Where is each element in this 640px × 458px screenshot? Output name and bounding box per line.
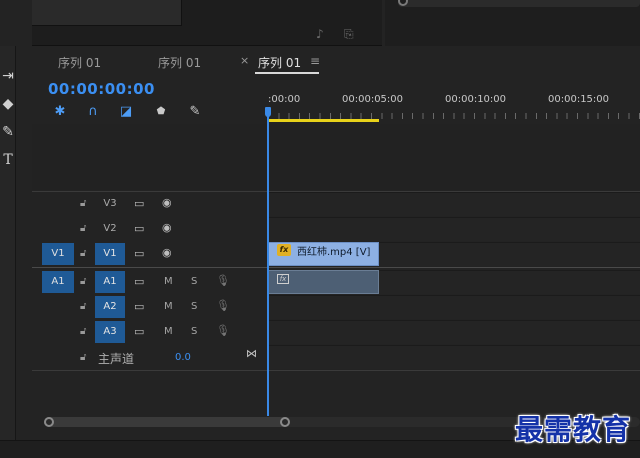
camera-icon[interactable]: ▭: [134, 197, 144, 210]
lock-icon[interactable]: 🔓︎: [80, 326, 86, 337]
scroll-zoom-knob-right[interactable]: [280, 417, 290, 427]
nest-sequence-icon[interactable]: ✱: [52, 104, 68, 120]
source-monitor-inner: [32, 0, 182, 26]
ruler-label-5: 00:00:05:00: [342, 94, 404, 105]
track-v2-content[interactable]: [268, 217, 640, 241]
watermark: 最需教育: [515, 413, 632, 446]
active-tab-indicator: [255, 72, 319, 74]
camera-icon[interactable]: ▭: [134, 275, 144, 288]
audio-export-icon[interactable]: ♪: [316, 27, 324, 41]
track-a1-label[interactable]: A1: [95, 271, 125, 293]
type-tool-icon[interactable]: T: [0, 150, 16, 170]
lock-icon[interactable]: 🔓︎: [80, 198, 86, 209]
playhead-timecode[interactable]: 00:00:00:00: [48, 80, 155, 98]
track-divider: [32, 370, 640, 371]
tab-sequence-1[interactable]: 序列 01: [58, 54, 101, 71]
mic-icon[interactable]: 🎙︎: [216, 274, 230, 287]
solo-button[interactable]: S: [191, 326, 197, 337]
playhead-handle[interactable]: [265, 107, 271, 117]
lock-icon[interactable]: 🔓︎: [80, 248, 86, 259]
linked-selection-icon[interactable]: ◪: [118, 104, 134, 120]
track-divider: [32, 191, 640, 192]
master-track-label: 主声道: [98, 352, 135, 366]
solo-button[interactable]: S: [191, 276, 197, 287]
scroll-zoom-knob-left[interactable]: [44, 417, 54, 427]
marker-icon[interactable]: ⬟: [153, 104, 169, 120]
lock-icon[interactable]: 🔓︎: [80, 352, 86, 363]
mic-icon[interactable]: 🎙︎: [216, 324, 230, 337]
lock-icon[interactable]: 🔓︎: [80, 301, 86, 312]
master-volume-value[interactable]: 0.0: [175, 352, 191, 363]
ruler-label-15: 00:00:15:00: [548, 94, 610, 105]
track-a3-label[interactable]: A3: [95, 321, 125, 343]
video-audio-divider[interactable]: [32, 267, 640, 268]
go-to-end-icon[interactable]: ⋈: [246, 347, 257, 360]
source-patch-v1[interactable]: V1: [42, 243, 74, 265]
lock-icon[interactable]: 🔓︎: [80, 223, 86, 234]
master-track-content: [268, 345, 640, 369]
track-v1-label[interactable]: V1: [95, 243, 125, 265]
program-monitor-scrollbar[interactable]: [398, 0, 640, 7]
mic-icon[interactable]: 🎙︎: [216, 299, 230, 312]
timeline-tab-bar: [32, 50, 640, 76]
eye-icon[interactable]: ◉: [162, 221, 172, 234]
track-select-tool-icon[interactable]: ⇥: [0, 66, 16, 86]
magnet-icon[interactable]: ∩: [85, 104, 101, 120]
tab-sequence-2[interactable]: 序列 01: [158, 54, 201, 71]
pen-tool-icon[interactable]: ✎: [0, 122, 16, 142]
camera-icon[interactable]: ▭: [134, 222, 144, 235]
solo-button[interactable]: S: [191, 301, 197, 312]
mute-button[interactable]: M: [164, 301, 173, 312]
lock-icon[interactable]: 🔓︎: [80, 276, 86, 287]
eye-icon[interactable]: ◉: [162, 246, 172, 259]
tab-close-icon[interactable]: ×: [240, 54, 249, 67]
track-v2-label[interactable]: V2: [95, 218, 125, 240]
audio-fx-badge: fx: [277, 274, 289, 284]
ruler-label-0: :00:00: [268, 94, 301, 105]
playhead-line[interactable]: [267, 110, 269, 416]
track-a2-content[interactable]: [268, 295, 640, 319]
fx-badge: fx: [277, 244, 291, 256]
track-a2-label[interactable]: A2: [95, 296, 125, 318]
wrench-icon[interactable]: ✎: [187, 104, 203, 120]
camera-icon[interactable]: ▭: [134, 325, 144, 338]
track-v3-content[interactable]: [268, 192, 640, 216]
export-frame-icon[interactable]: ⎘: [344, 27, 354, 42]
video-clip-name: 西红柿.mp4 [V]: [297, 247, 371, 258]
razor-tool-icon[interactable]: ◆: [0, 94, 16, 114]
tab-menu-icon[interactable]: ≡: [310, 54, 320, 68]
mute-button[interactable]: M: [164, 276, 173, 287]
tab-sequence-3[interactable]: 序列 01: [258, 54, 301, 71]
source-patch-a1[interactable]: A1: [42, 271, 74, 293]
eye-icon[interactable]: ◉: [162, 196, 172, 209]
track-a3-content[interactable]: [268, 320, 640, 344]
camera-icon[interactable]: ▭: [134, 247, 144, 260]
timeline-scroll-thumb[interactable]: [44, 417, 290, 427]
ruler-label-10: 00:00:10:00: [445, 94, 507, 105]
track-v3-label[interactable]: V3: [95, 193, 125, 215]
timeline-empty-area: [32, 124, 640, 190]
work-area-bar[interactable]: [269, 119, 379, 122]
mute-button[interactable]: M: [164, 326, 173, 337]
camera-icon[interactable]: ▭: [134, 300, 144, 313]
